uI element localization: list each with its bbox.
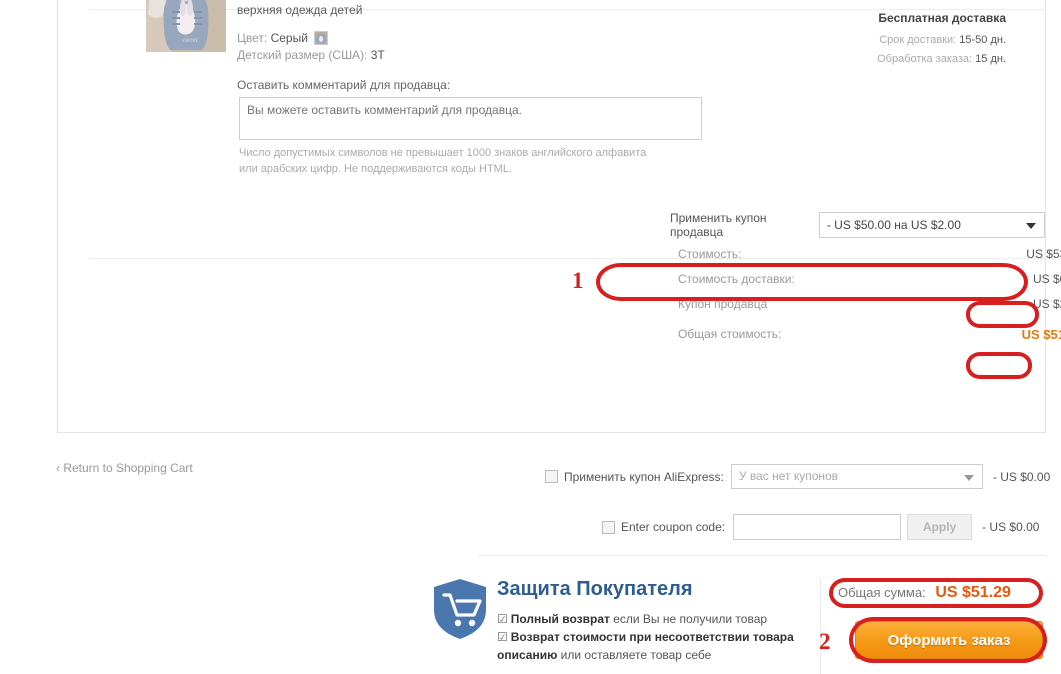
delivery-time-label: Срок доставки: <box>879 34 957 46</box>
place-order-button[interactable]: Оформить заказ <box>855 621 1043 659</box>
bp-item-rest: или оставляете товар себе <box>557 648 712 662</box>
total-label: Стоимость доставки: <box>678 272 795 286</box>
seller-comment-hint: Число допустимых символов не превышает 1… <box>239 147 647 175</box>
color-label: Цвет: <box>237 31 268 45</box>
apply-coupon-button[interactable]: Apply <box>907 514 973 540</box>
svg-text:sweet: sweet <box>182 36 199 44</box>
coupon-code-row: Enter coupon code: Apply - US $0.00 <box>602 514 1039 540</box>
coupon-code-amount: - US $0.00 <box>982 520 1040 534</box>
buyer-protection-title: Защита Покупателя <box>497 578 693 600</box>
list-item: ☑ Полный возврат если Вы не получили това… <box>497 610 817 628</box>
product-attr-color: Цвет: Серый <box>237 30 637 47</box>
grand-total-amount: US $51.29 <box>1021 327 1061 342</box>
processing-time-label: Обработка заказа: <box>877 53 973 65</box>
total-row: Стоимость доставки: US $0.00 <box>678 270 1061 295</box>
order-totals: Стоимость: US $53.29 Стоимость доставки:… <box>678 245 1061 350</box>
processing-time-value: 15 дн. <box>975 53 1006 65</box>
grand-total-row: Общая стоимость: US $51.29 <box>678 325 1061 350</box>
checkout-grand-total: Общая сумма: US $51.29 <box>838 584 1011 602</box>
total-amount: US $53.29 <box>1026 247 1061 261</box>
check-icon: ☑ <box>497 612 508 626</box>
delivery-time-row: Срок доставки: 15-50 дн. <box>879 34 1006 46</box>
coupon-code-checkbox[interactable] <box>602 520 615 534</box>
list-item: ☑ Возврат стоимости при несоответствии то… <box>497 628 817 664</box>
buyer-protection-items: ☑ Полный возврат если Вы не получили това… <box>497 610 817 664</box>
buyer-protection-divider <box>478 555 1046 556</box>
color-value: Серый <box>270 31 308 45</box>
seller-comment-input[interactable] <box>239 97 702 140</box>
buyer-protection-vertical-divider <box>820 578 821 674</box>
delivery-time-value: 15-50 дн. <box>959 34 1006 46</box>
aliexpress-coupon-select[interactable]: У вас нет купонов <box>730 464 983 489</box>
aliexpress-coupon-row: Применить купон AliExpress: У вас нет ку… <box>545 464 1050 489</box>
coupon-code-input[interactable] <box>733 514 902 540</box>
total-row: Купон продавца US $2.00 <box>678 295 1061 320</box>
order-item-panel: sweet бесплатная доставка! 2014 новых зи… <box>57 0 1061 433</box>
seller-coupon-selected-value: - US $50.00 на US $2.00 <box>826 218 961 232</box>
grand-total-label: Общая стоимость: <box>678 327 782 341</box>
product-title-link[interactable]: бесплатная доставка! 2014 новых зимняя к… <box>237 0 629 17</box>
annotation-step-2: 2 <box>819 629 831 654</box>
free-shipping-label: Бесплатная доставка <box>878 11 1006 25</box>
product-info: бесплатная доставка! 2014 новых зимняя к… <box>237 0 637 64</box>
aliexpress-coupon-placeholder: У вас нет купонов <box>738 469 839 483</box>
product-thumbnail[interactable]: sweet <box>146 0 226 52</box>
annotation-step-1: 1 <box>572 268 584 293</box>
coupon-code-label: Enter coupon code: <box>621 520 726 534</box>
chevron-down-icon <box>963 475 974 481</box>
seller-coupon-select[interactable]: - US $50.00 на US $2.00 <box>818 212 1045 238</box>
total-amount: US $0.00 <box>1032 272 1061 286</box>
product-attributes: Цвет: Серый Детский размер (США): 3T <box>237 30 637 64</box>
aliexpress-coupon-checkbox[interactable] <box>545 470 558 483</box>
aliexpress-coupon-label: Применить купон AliExpress: <box>564 469 724 484</box>
seller-coupon-row: Применить купон продавца - US $50.00 на … <box>670 211 1045 239</box>
checkout-grand-total-label: Общая сумма: <box>838 585 926 600</box>
seller-comment-label: Оставить комментарий для продавца: <box>237 78 451 92</box>
check-icon: ☑ <box>497 630 508 644</box>
size-value: 3T <box>370 48 385 62</box>
bp-item-bold: Полный возврат <box>510 612 610 626</box>
total-amount: US $2.00 <box>1032 297 1061 311</box>
total-row: Стоимость: US $53.29 <box>678 245 1061 270</box>
product-attr-size: Детский размер (США): 3T <box>237 47 637 64</box>
processing-time-row: Обработка заказа: 15 дн. <box>877 53 1006 65</box>
seller-coupon-label: Применить купон продавца <box>670 211 767 239</box>
total-label: Стоимость: <box>678 247 742 261</box>
color-swatch-icon <box>314 31 329 45</box>
checkout-grand-total-amount: US $51.29 <box>935 584 1011 601</box>
aliexpress-coupon-amount: - US $0.00 <box>992 469 1051 484</box>
shield-cart-icon <box>432 578 488 640</box>
total-label: Купон продавца <box>678 297 768 311</box>
size-label: Детский размер (США): <box>237 48 368 62</box>
chevron-down-icon <box>1026 223 1036 229</box>
return-to-cart-link[interactable]: ‹ Return to Shopping Cart <box>56 461 193 475</box>
bp-item-rest: если Вы не получили товар <box>609 612 768 626</box>
